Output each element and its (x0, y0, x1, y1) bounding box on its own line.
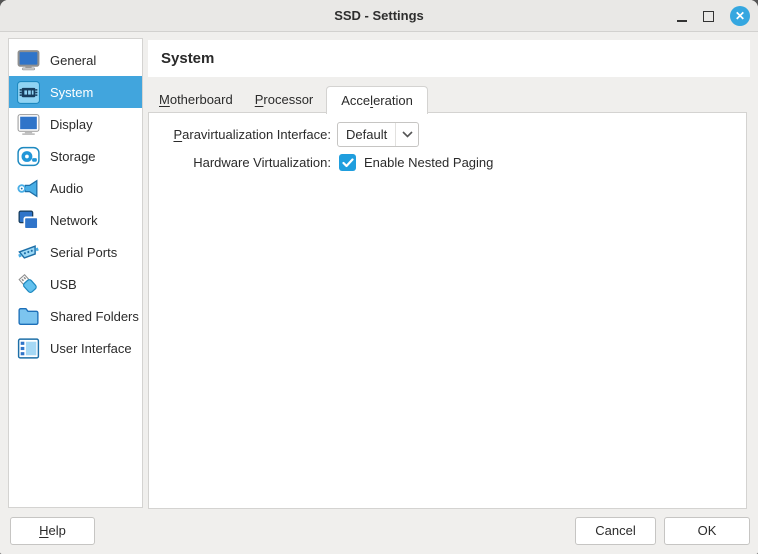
sidebar-item-serial-ports[interactable]: Serial Ports (9, 236, 142, 268)
sidebar-item-label: Serial Ports (50, 245, 117, 260)
page-header: System (148, 40, 750, 77)
tab-motherboard[interactable]: Motherboard (150, 87, 242, 113)
nested-paging-label: Enable Nested Paging (364, 155, 493, 170)
paravirtualization-row: Paravirtualization Interface: Default (149, 122, 746, 147)
storage-icon (15, 143, 41, 169)
window-title: SSD - Settings (334, 8, 424, 23)
sidebar-item-label: Network (50, 213, 98, 228)
hardware-virtualization-label: Hardware Virtualization: (149, 155, 331, 170)
sidebar-item-general[interactable]: General (9, 44, 142, 76)
sidebar-item-label: Storage (50, 149, 96, 164)
sidebar-item-audio[interactable]: Audio (9, 172, 142, 204)
sidebar-item-network[interactable]: Network (9, 204, 142, 236)
sidebar-item-display[interactable]: Display (9, 108, 142, 140)
sidebar-item-user-interface[interactable]: User Interface (9, 332, 142, 364)
system-tabs: Motherboard Processor Acceleration (150, 86, 432, 113)
minimize-button[interactable] (677, 12, 687, 22)
tab-acceleration[interactable]: Acceleration (326, 86, 428, 114)
chevron-down-icon (396, 131, 418, 138)
sidebar-item-shared-folders[interactable]: Shared Folders (9, 300, 142, 332)
hardware-virtualization-row: Hardware Virtualization: Enable Nested P… (149, 154, 746, 171)
network-icon (15, 207, 41, 233)
cancel-button[interactable]: Cancel (575, 517, 656, 545)
settings-category-list: General System Display Storage Audio (8, 38, 143, 508)
maximize-button[interactable] (703, 11, 714, 22)
titlebar: SSD - Settings ✕ (0, 0, 758, 32)
audio-icon (15, 175, 41, 201)
tab-processor[interactable]: Processor (246, 87, 323, 113)
paravirtualization-label: Paravirtualization Interface: (149, 127, 331, 142)
system-icon (15, 79, 41, 105)
window-controls: ✕ (677, 0, 750, 32)
user-interface-icon (15, 335, 41, 361)
ok-button[interactable]: OK (664, 517, 750, 545)
general-icon (15, 47, 41, 73)
settings-window: SSD - Settings ✕ General System Display (0, 0, 758, 554)
sidebar-item-label: General (50, 53, 96, 68)
sidebar-item-system[interactable]: System (9, 76, 142, 108)
sidebar-item-label: USB (50, 277, 77, 292)
sidebar-item-label: Audio (50, 181, 83, 196)
page-title: System (161, 50, 214, 67)
display-icon (15, 111, 41, 137)
sidebar-item-usb[interactable]: USB (9, 268, 142, 300)
sidebar-item-label: System (50, 85, 93, 100)
sidebar-item-label: Display (50, 117, 93, 132)
sidebar-item-label: Shared Folders (50, 309, 139, 324)
serial-ports-icon (15, 239, 41, 265)
acceleration-tab-panel: Paravirtualization Interface: Default Ha… (148, 112, 747, 509)
usb-icon (15, 271, 41, 297)
nested-paging-checkbox[interactable] (339, 154, 356, 171)
sidebar-item-storage[interactable]: Storage (9, 140, 142, 172)
shared-folders-icon (15, 303, 41, 329)
sidebar-item-label: User Interface (50, 341, 132, 356)
paravirtualization-select[interactable]: Default (337, 122, 419, 147)
help-button[interactable]: Help (10, 517, 95, 545)
close-button[interactable]: ✕ (730, 6, 750, 26)
paravirtualization-selected-value: Default (346, 127, 395, 142)
